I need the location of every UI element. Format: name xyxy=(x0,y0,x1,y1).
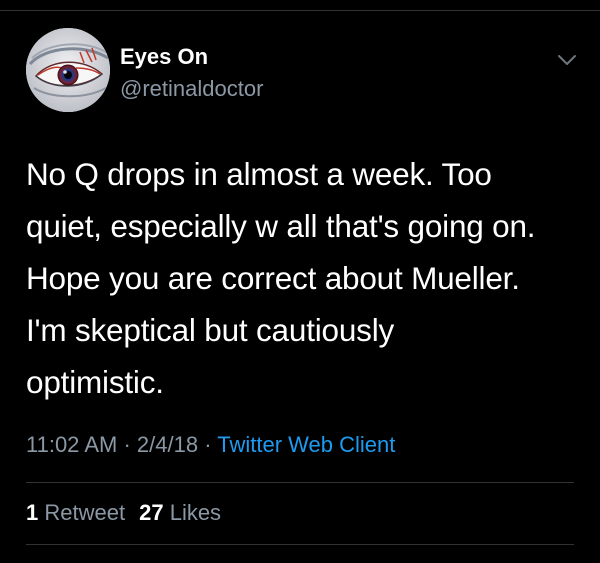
eye-avatar-icon xyxy=(26,28,110,112)
retweet-count: 1 xyxy=(26,500,39,525)
likes-label: Likes xyxy=(169,500,222,525)
tweet-text-line: quiet, especially w all that's going on. xyxy=(26,208,536,244)
tweet-text-line: No Q drops in almost a week. Too xyxy=(26,156,492,192)
tweet-text: No Q drops in almost a week. Too quiet, … xyxy=(26,148,582,408)
tweet-text-line: optimistic. xyxy=(26,364,164,400)
tweet-date[interactable]: 2/4/18 xyxy=(137,432,198,457)
divider xyxy=(26,482,574,483)
meta-separator: · xyxy=(204,432,212,457)
divider xyxy=(26,544,574,545)
likes-stat[interactable]: 27 Likes xyxy=(139,500,221,525)
display-name[interactable]: Eyes On xyxy=(120,44,208,70)
engagement-stats: 1 Retweet 27 Likes xyxy=(26,500,221,526)
like-count: 27 xyxy=(139,500,164,525)
tweet-time[interactable]: 11:02 AM xyxy=(26,432,117,457)
chevron-down-icon[interactable] xyxy=(556,52,578,68)
tweet-metadata: 11:02 AM · 2/4/18 · Twitter Web Client xyxy=(26,432,395,458)
tweet-client-link[interactable]: Twitter Web Client xyxy=(217,432,395,457)
retweet-label: Retweet xyxy=(44,500,126,525)
tweet-header: Eyes On @retinaldoctor xyxy=(26,28,586,118)
tweet-text-line: I'm skeptical but cautiously xyxy=(26,312,395,348)
tweet-text-line: Hope you are correct about Mueller. xyxy=(26,260,520,296)
meta-separator: · xyxy=(123,432,131,457)
avatar[interactable] xyxy=(26,28,110,112)
user-handle[interactable]: @retinaldoctor xyxy=(120,76,263,102)
retweet-stat[interactable]: 1 Retweet xyxy=(26,500,125,525)
top-divider xyxy=(0,10,600,11)
